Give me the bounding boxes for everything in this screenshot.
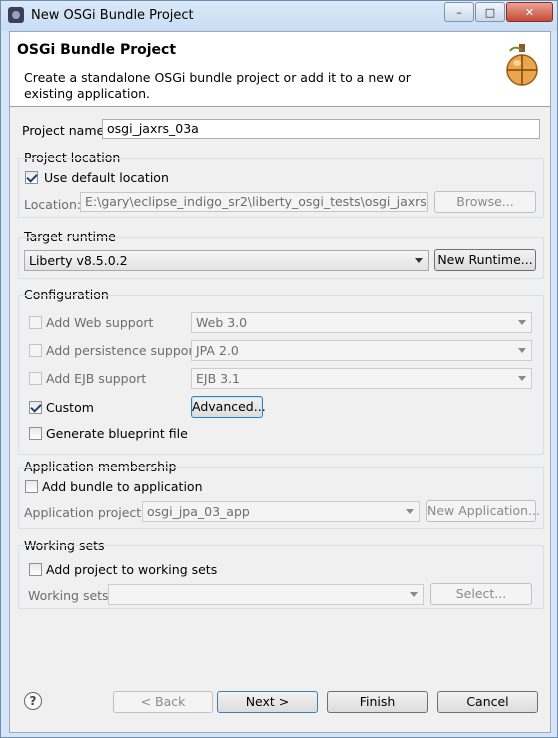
dialog-body: OSGi Bundle Project Create a standalone … (9, 31, 551, 733)
application-project-label: Application project: (24, 505, 146, 520)
eclipse-icon (8, 7, 24, 23)
add-to-working-sets-checkbox[interactable] (29, 563, 42, 576)
web-support-label: Add Web support (46, 315, 154, 330)
finish-button[interactable]: Finish (327, 691, 428, 713)
blueprint-label: Generate blueprint file (46, 426, 188, 441)
chevron-down-icon (415, 258, 423, 263)
persistence-support-checkbox[interactable] (29, 344, 42, 357)
web-version-select[interactable]: Web 3.0 (191, 312, 532, 333)
ejb-version-select[interactable]: EJB 3.1 (191, 368, 532, 389)
persistence-support-label: Add persistence support (46, 343, 199, 358)
title-bar[interactable]: New OSGi Bundle Project – □ ✕ (1, 1, 557, 31)
wizard-banner: OSGi Bundle Project Create a standalone … (10, 32, 550, 107)
custom-checkbox[interactable] (29, 401, 42, 414)
chevron-down-icon (518, 348, 526, 353)
new-application-button[interactable]: New Application... (426, 500, 540, 522)
web-support-checkbox[interactable] (29, 316, 42, 329)
project-name-label: Project name: (22, 123, 109, 138)
chevron-down-icon (406, 509, 414, 514)
advanced-button[interactable]: Advanced... (191, 396, 266, 418)
location-label: Location: (24, 197, 82, 212)
persistence-version-select[interactable]: JPA 2.0 (191, 340, 532, 361)
bundle-jar-icon (506, 44, 538, 86)
target-runtime-value: Liberty v8.5.0.2 (29, 253, 128, 268)
maximize-icon[interactable]: □ (475, 2, 505, 22)
window-controls: – □ ✕ (443, 2, 553, 22)
location-input[interactable]: E:\gary\eclipse_indigo_sr2\liberty_osgi_… (80, 192, 428, 212)
add-bundle-label: Add bundle to application (42, 479, 203, 494)
cancel-button[interactable]: Cancel (437, 691, 538, 713)
ejb-support-checkbox[interactable] (29, 372, 42, 385)
add-bundle-checkbox[interactable] (25, 480, 38, 493)
window-title: New OSGi Bundle Project (31, 8, 194, 23)
dialog-window: New OSGi Bundle Project – □ ✕ OSGi Bundl… (0, 0, 558, 738)
target-runtime-select[interactable]: Liberty v8.5.0.2 (24, 250, 429, 271)
project-name-input[interactable]: osgi_jaxrs_03a (102, 119, 540, 139)
help-icon[interactable]: ? (24, 692, 42, 710)
application-project-value: osgi_jpa_03_app (147, 504, 250, 519)
application-project-select[interactable]: osgi_jpa_03_app (142, 501, 420, 522)
ejb-version-value: EJB 3.1 (196, 371, 241, 386)
minimize-icon[interactable]: – (444, 2, 474, 22)
new-runtime-button[interactable]: New Runtime... (434, 249, 536, 271)
next-button[interactable]: Next > (217, 691, 318, 713)
chevron-down-icon (410, 592, 418, 597)
web-version-value: Web 3.0 (196, 315, 248, 330)
custom-label: Custom (46, 400, 94, 415)
use-default-location-checkbox[interactable] (25, 171, 38, 184)
blueprint-checkbox[interactable] (29, 427, 42, 440)
back-button[interactable]: < Back (113, 691, 213, 713)
page-title: OSGi Bundle Project (17, 42, 177, 58)
working-sets-label: Working sets: (28, 588, 113, 603)
use-default-location-label: Use default location (44, 170, 169, 185)
browse-button[interactable]: Browse... (434, 191, 536, 213)
chevron-down-icon (518, 320, 526, 325)
close-icon[interactable]: ✕ (506, 2, 553, 22)
working-sets-select[interactable] (108, 584, 424, 605)
persistence-version-value: JPA 2.0 (196, 343, 239, 358)
page-description: Create a standalone OSGi bundle project … (24, 70, 411, 101)
select-working-sets-button[interactable]: Select... (430, 583, 532, 605)
add-to-working-sets-label: Add project to working sets (46, 562, 218, 577)
chevron-down-icon (518, 376, 526, 381)
ejb-support-label: Add EJB support (46, 371, 147, 386)
